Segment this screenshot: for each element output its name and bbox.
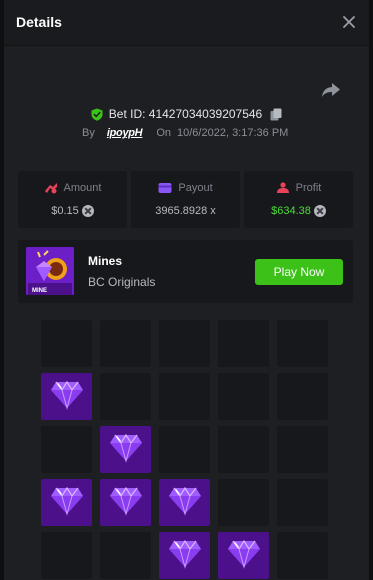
board-tile [41,426,92,473]
share-button[interactable] [321,82,341,98]
coins-icon [44,183,57,194]
board-tile [218,426,269,473]
shield-check-icon [91,108,103,121]
board-tile [218,320,269,367]
board-tile [159,426,210,473]
board-tile [277,373,328,420]
game-provider: BC Originals [88,275,156,289]
payout-value: 3965.8928 x [155,205,216,217]
board-tile [41,532,92,579]
board-tile [277,532,328,579]
payout-stat: Payout 3965.8928 x [131,171,240,228]
board-tile [100,532,151,579]
gem-icon [51,380,83,410]
right-edge [369,0,373,580]
gem-icon [228,539,260,569]
gem-icon [110,433,142,463]
details-panel: Details Bet ID: 41427034039207546 By ipo… [4,0,369,580]
profit-icon [276,182,289,193]
gem-icon [169,486,201,516]
gem-tile [100,426,151,473]
bet-id-text: Bet ID: 41427034039207546 [108,107,263,121]
close-button[interactable] [343,16,355,28]
on-label: On [156,127,172,139]
gem-tile [159,479,210,526]
copy-icon[interactable] [270,108,282,121]
gem-tile [41,373,92,420]
bet-stats: Amount $0.15 Payout 3965.8928 x Profit $… [18,171,353,228]
wallet-icon [158,183,172,193]
board-tile [41,320,92,367]
board-tile [159,320,210,367]
bet-date: 10/6/2022, 3:17:36 PM [177,127,289,139]
profit-stat: Profit $634.38 [244,171,353,228]
board-tile [100,373,151,420]
profit-label: Profit [295,182,322,194]
panel-header: Details [4,0,369,46]
gem-tile [41,479,92,526]
board-tile [218,479,269,526]
gem-tile [218,532,269,579]
amount-label: Amount [63,182,102,194]
gem-tile [159,532,210,579]
by-label: By [82,127,95,139]
game-name: Mines [88,254,123,268]
panel-title: Details [16,14,62,30]
coin-icon [313,205,326,217]
board-tile [159,373,210,420]
bettor-username[interactable]: ipoypH [107,127,143,139]
gem-icon [169,539,201,569]
board-tile [277,426,328,473]
mines-logo-icon: MINE [26,247,74,295]
share-icon [322,83,340,97]
bet-id-row: Bet ID: 41427034039207546 [4,105,369,123]
gem-tile [100,479,151,526]
close-icon [343,16,355,28]
gem-icon [110,486,142,516]
board-tile [218,373,269,420]
svg-text:MINE: MINE [32,288,47,294]
board-tile [277,320,328,367]
payout-label: Payout [178,182,213,194]
game-card: MINE Mines BC Originals Play Now [18,240,353,303]
amount-value: $0.15 [51,205,79,217]
board-tile [100,320,151,367]
mines-game-thumbnail[interactable]: MINE [26,247,74,295]
mines-board [41,320,328,579]
profit-value: $634.38 [271,205,311,217]
gem-icon [51,486,83,516]
coin-icon [81,205,94,217]
play-now-button[interactable]: Play Now [255,259,343,285]
board-tile [277,479,328,526]
amount-stat: Amount $0.15 [18,171,127,228]
bettor-row: By ipoypH On 10/6/2022, 3:17:36 PM [82,125,288,141]
